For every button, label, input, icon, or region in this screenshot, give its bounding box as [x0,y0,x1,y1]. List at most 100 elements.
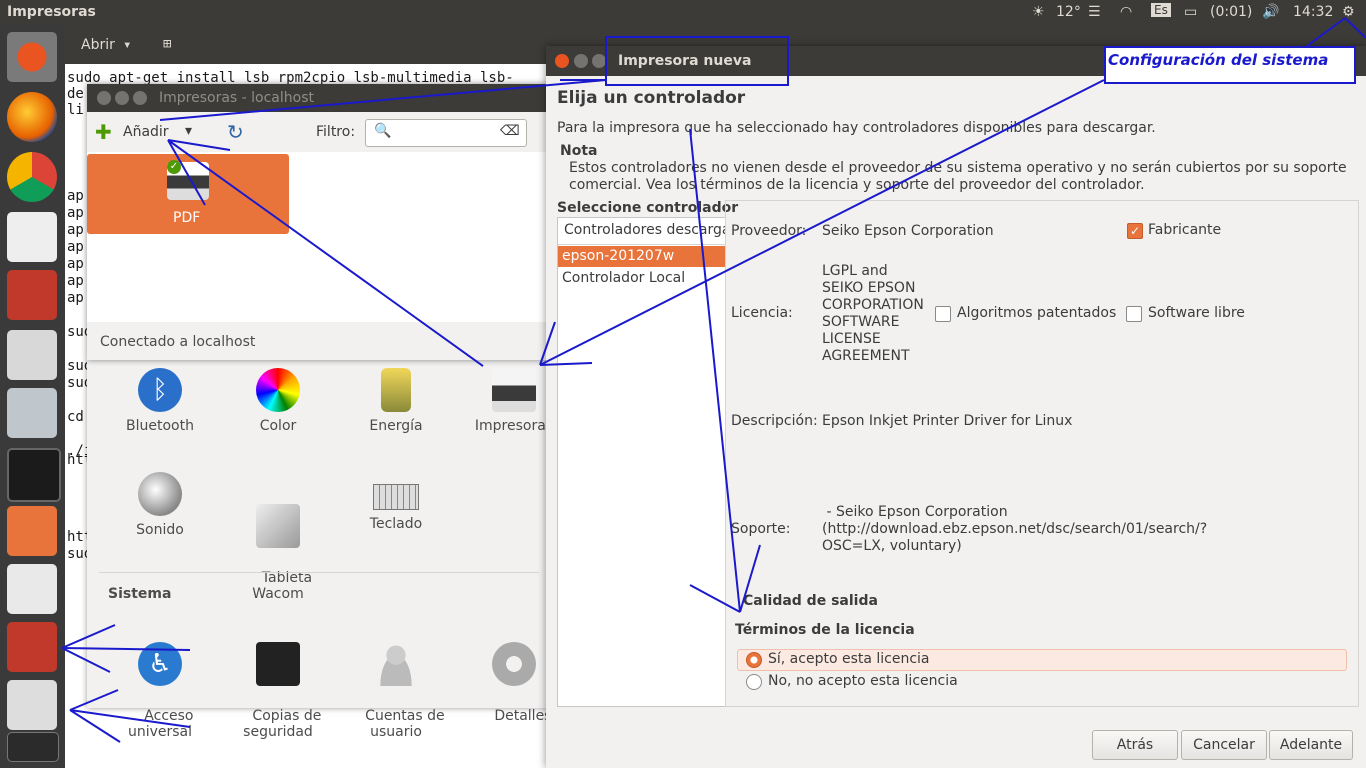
minimize-icon[interactable] [115,91,129,105]
camera-icon[interactable] [7,388,57,438]
wifi-icon[interactable]: ◠ [1120,4,1132,20]
energy-item[interactable]: Energía [341,368,451,434]
menu-icon[interactable]: ☰ [1088,4,1101,20]
note-title: Nota [560,143,598,159]
weather-icon[interactable]: ☀ [1032,4,1045,20]
volume-icon[interactable]: 🔊 [1262,4,1279,20]
quality-label[interactable]: Calidad de salida [743,593,878,609]
bluetooth-label: Bluetooth [126,418,194,434]
intro-text: Para la impresora que ha seleccionado ha… [557,120,1156,136]
printer-pdf-tile[interactable]: ✓ PDF [87,154,289,234]
terminal-line: ap [67,239,84,255]
free-software-checkbox[interactable] [1126,306,1142,322]
divider [99,572,539,573]
system-monitor-icon[interactable] [7,448,61,502]
printers-window[interactable]: Impresoras - localhost ✚ Añadir ▾ ↻ Filt… [87,84,549,360]
keyboard-layout[interactable]: Es [1151,3,1171,17]
list-item-label: epson-201207w [562,248,675,264]
chevron-down-icon[interactable]: ▾ [185,123,192,139]
filter-label: Filtro: [316,124,356,140]
keyboard-item[interactable]: Teclado [341,472,451,532]
terms-label[interactable]: Términos de la licencia [735,622,915,638]
terminal-line: ap [67,290,84,306]
document-icon[interactable] [7,212,57,262]
back-button[interactable]: Atrás [1092,730,1178,760]
text-editor-icon[interactable] [7,564,57,614]
system-settings-icon[interactable] [7,622,57,672]
printers-label: Impresoras [474,418,554,434]
chrome-icon[interactable] [7,152,57,202]
driver-list[interactable]: Controladores descarga epson-201207w Con… [557,217,726,707]
clock[interactable]: 14:32 [1293,4,1333,20]
printer-list[interactable]: ✓ PDF [87,152,549,322]
color-icon [256,368,300,412]
battery-icon[interactable]: ▭ [1184,4,1197,20]
energy-label: Energía [369,418,423,434]
close-icon[interactable] [555,54,569,68]
speaker-icon[interactable] [7,330,57,380]
battery-time[interactable]: (0:01) [1210,4,1252,20]
details-label: Detalles [494,708,552,724]
forward-button[interactable]: Adelante [1269,730,1353,760]
driver-list-header-label: Controladores descarga [564,222,726,238]
open-button[interactable]: Abrir [81,37,115,53]
refresh-icon[interactable]: ↻ [227,120,244,144]
printer-icon[interactable] [7,680,57,730]
gear-icon[interactable]: ⚙ [1342,4,1355,20]
sound-icon [138,472,182,516]
driver-details-panel: Proveedor: Seiko Epson Corporation ✓ Fab… [725,200,1359,707]
ubuntu-logo-icon[interactable] [7,32,57,82]
firefox-icon[interactable] [7,92,57,142]
accept-label[interactable]: Sí, acepto esta licencia [768,651,930,667]
maximize-icon[interactable] [133,91,147,105]
tablet-icon [256,504,300,548]
reject-label[interactable]: No, no acepto esta licencia [768,673,958,689]
color-label: Color [259,418,297,434]
bluetooth-icon: ᛒ [138,368,182,412]
list-item[interactable]: Controlador Local [558,268,725,289]
weather-temp[interactable]: 12° [1056,4,1081,20]
printers-toolbar: ✚ Añadir ▾ ↻ Filtro: 🔍 ⌫ [87,112,549,152]
system-settings-window[interactable]: ᛒ Bluetooth Color Energía Impresoras Son… [87,360,553,740]
user-accounts-item[interactable]: Cuentas de usuario [341,610,451,756]
new-printer-dialog[interactable]: Impresora nueva Elija un controlador Par… [546,46,1366,768]
plus-icon[interactable]: ✚ [95,120,112,144]
backup-item[interactable]: Copias de seguridad [223,610,333,756]
add-button[interactable]: Añadir [123,124,169,140]
keyboard-icon [373,484,419,510]
annotation-box: Configuración del sistema [1104,46,1356,84]
printers-titlebar: Impresoras - localhost [87,84,549,112]
reject-radio[interactable] [746,674,762,690]
accessibility-label: Acceso universal [127,708,194,740]
clear-icon[interactable]: ⌫ [500,123,520,139]
close-icon[interactable] [97,91,111,105]
driver-list-header[interactable]: Controladores descarga [558,218,725,245]
chevron-down-icon[interactable]: ▾ [123,37,131,53]
accept-radio[interactable] [746,652,762,668]
maximize-icon[interactable] [592,54,606,68]
license-value: LGPL and SEIKO EPSON CORPORATION SOFTWAR… [822,263,924,364]
manufacturer-checkbox[interactable]: ✓ [1127,223,1143,239]
printer-name: PDF [173,210,201,226]
terminal-line: cd [67,409,84,425]
sound-item[interactable]: Sonido [105,472,215,538]
minimize-icon[interactable] [574,54,588,68]
color-item[interactable]: Color [223,368,333,434]
patented-checkbox[interactable] [935,306,951,322]
bluetooth-item[interactable]: ᛒ Bluetooth [105,368,215,434]
terminal-icon[interactable] [7,732,59,762]
new-tab-icon[interactable]: ⊞ [163,36,171,52]
users-icon [374,642,418,686]
filter-input[interactable]: 🔍 ⌫ [365,119,527,147]
cancel-button[interactable]: Cancelar [1181,730,1267,760]
battery-icon [381,368,411,412]
terminal-line: ap [67,256,84,272]
free-software-label: Software libre [1148,305,1245,321]
accessibility-item[interactable]: ♿ Acceso universal [105,610,215,756]
wacom-item[interactable]: Tableta Wacom [223,472,333,618]
launcher [0,24,65,768]
software-center-icon[interactable] [7,506,57,556]
list-item[interactable]: epson-201207w [558,246,725,267]
description-value: Epson Inkjet Printer Driver for Linux [822,413,1073,429]
file-manager-icon[interactable] [7,270,57,320]
